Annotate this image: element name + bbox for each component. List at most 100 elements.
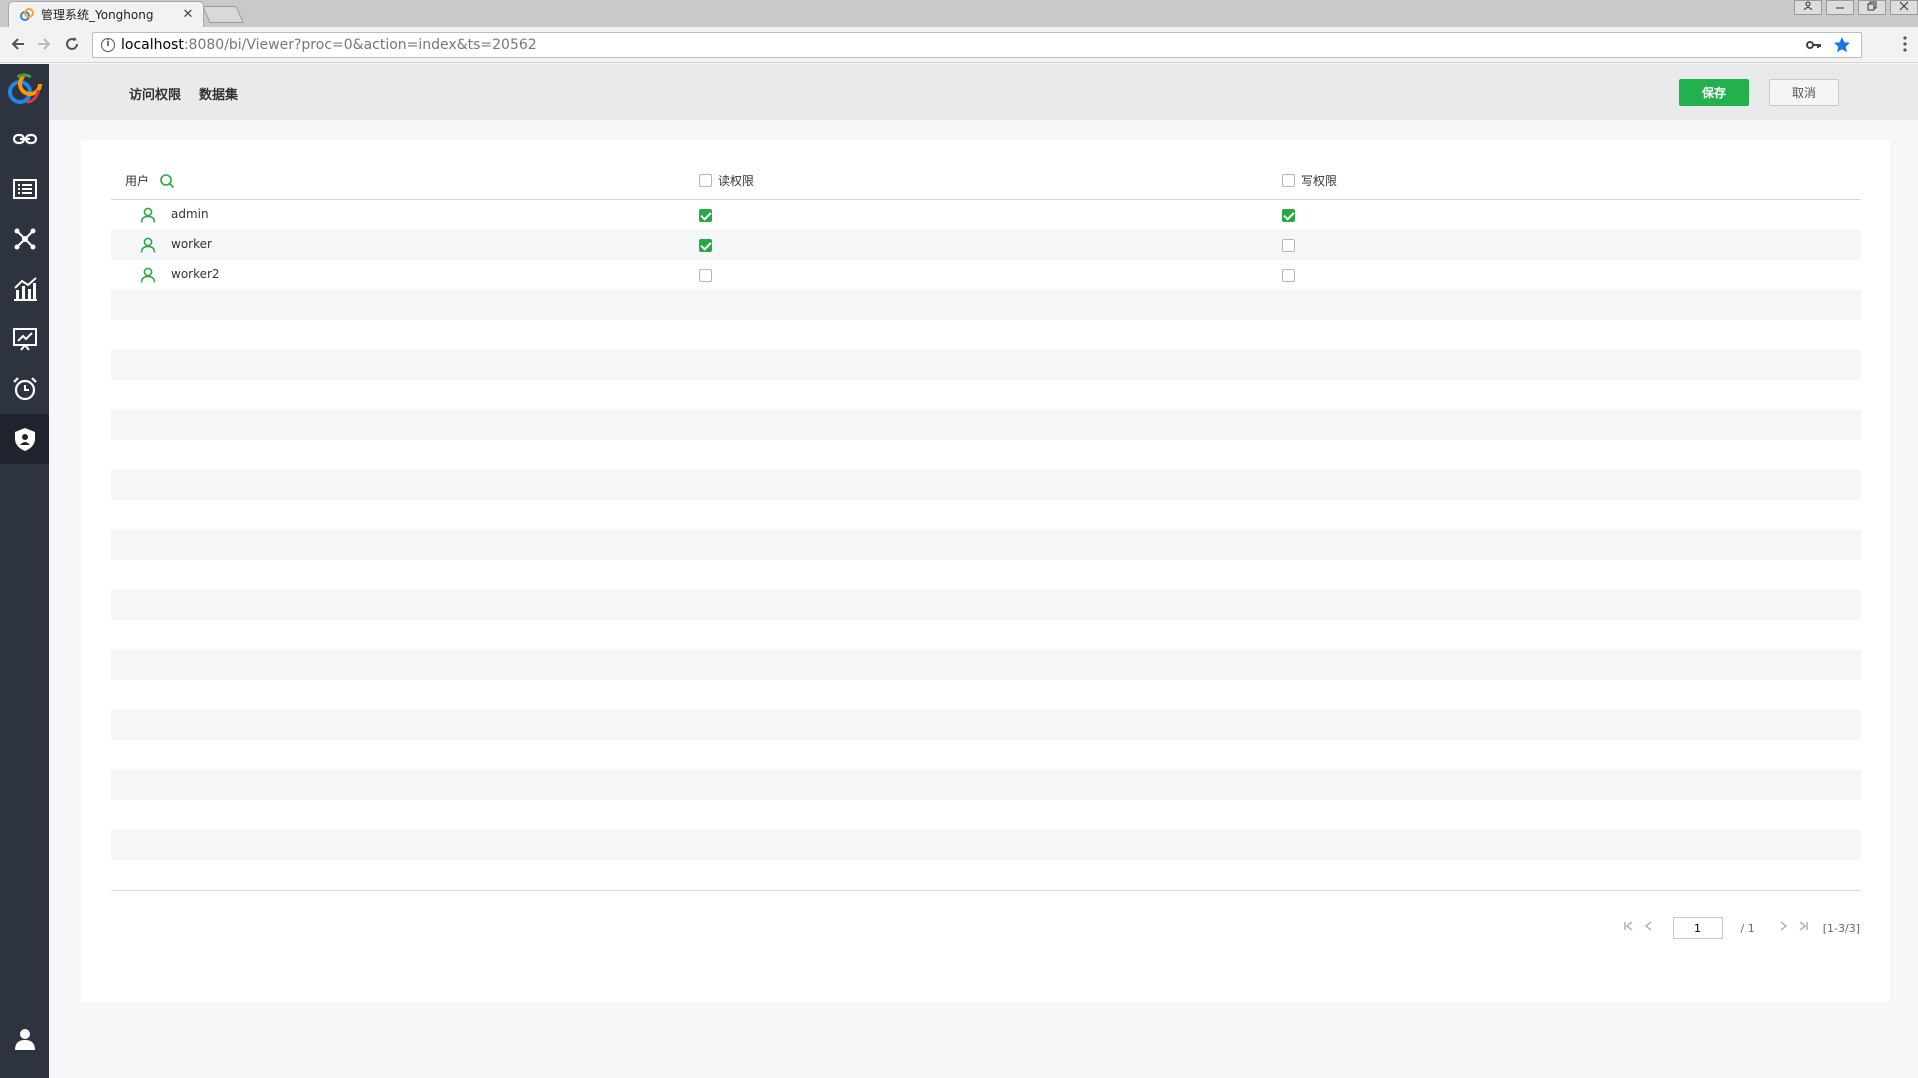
read-permission-checkbox[interactable] bbox=[699, 209, 712, 222]
sidebar-item-connections[interactable] bbox=[0, 114, 49, 164]
empty-table-row bbox=[111, 830, 1861, 860]
url-host: localhost bbox=[121, 37, 184, 53]
new-tab-button[interactable] bbox=[202, 6, 244, 23]
bookmark-star-icon[interactable] bbox=[1833, 36, 1851, 54]
user-name: worker2 bbox=[171, 267, 220, 281]
empty-table-row bbox=[111, 290, 1861, 320]
table-bottom-divider bbox=[111, 890, 1861, 891]
page-range: [1-3/3] bbox=[1822, 921, 1860, 935]
empty-table-row bbox=[111, 710, 1861, 740]
user-name: worker bbox=[171, 237, 212, 251]
empty-table-row bbox=[111, 410, 1861, 440]
search-icon[interactable] bbox=[159, 173, 175, 189]
profile-icon[interactable] bbox=[1794, 0, 1822, 15]
link-icon bbox=[12, 133, 37, 145]
key-icon[interactable] bbox=[1805, 36, 1823, 54]
browser-menu-icon[interactable] bbox=[1902, 35, 1908, 57]
sidebar-item-user[interactable] bbox=[0, 1014, 49, 1064]
column-header-write: 写权限 bbox=[1282, 172, 1337, 189]
sidebar-item-model[interactable] bbox=[0, 214, 49, 264]
empty-table-row bbox=[111, 320, 1861, 350]
tab-close-icon[interactable]: ✕ bbox=[179, 7, 197, 22]
minimize-icon[interactable] bbox=[1826, 0, 1854, 15]
sidebar-item-analysis[interactable] bbox=[0, 264, 49, 314]
bar-chart-icon bbox=[13, 277, 37, 301]
empty-table-row bbox=[111, 470, 1861, 500]
tab-access-permission[interactable]: 访问权限 bbox=[129, 84, 181, 103]
network-icon bbox=[14, 228, 35, 250]
table-row: worker bbox=[111, 230, 1861, 260]
empty-table-row bbox=[111, 860, 1861, 890]
write-permission-checkbox[interactable] bbox=[1282, 209, 1295, 222]
empty-table-row bbox=[111, 560, 1861, 590]
empty-table-row bbox=[111, 740, 1861, 770]
close-window-icon[interactable] bbox=[1890, 0, 1918, 15]
browser-tab[interactable]: 管理系统_Yonghong ✕ bbox=[8, 1, 204, 27]
write-permission-checkbox[interactable] bbox=[1282, 239, 1295, 252]
first-page-icon[interactable] bbox=[1623, 920, 1635, 936]
shield-user-icon bbox=[14, 428, 35, 451]
write-permission-checkbox[interactable] bbox=[1282, 269, 1295, 282]
address-bar[interactable]: i localhost:8080/bi/Viewer?proc=0&action… bbox=[92, 32, 1862, 58]
user-icon bbox=[140, 237, 156, 253]
table-row: worker2 bbox=[111, 260, 1861, 290]
empty-table-row bbox=[111, 800, 1861, 830]
browser-tab-bar: 管理系统_Yonghong ✕ bbox=[0, 0, 1918, 27]
sidebar-item-security[interactable] bbox=[0, 414, 49, 464]
user-icon bbox=[14, 1029, 35, 1050]
column-write-label: 写权限 bbox=[1301, 174, 1338, 188]
empty-table-row bbox=[111, 380, 1861, 410]
select-all-write-checkbox[interactable] bbox=[1282, 174, 1295, 187]
empty-table-row bbox=[111, 440, 1861, 470]
total-pages: / 1 bbox=[1740, 921, 1755, 935]
empty-table-row bbox=[111, 530, 1861, 560]
last-page-icon[interactable] bbox=[1797, 920, 1809, 936]
empty-table-row bbox=[111, 680, 1861, 710]
list-icon bbox=[12, 179, 37, 199]
empty-table-row bbox=[111, 350, 1861, 380]
empty-table-row bbox=[111, 650, 1861, 680]
yonghong-logo-icon[interactable] bbox=[4, 68, 46, 108]
restore-icon[interactable] bbox=[1858, 0, 1886, 15]
user-icon bbox=[140, 267, 156, 283]
url-path: :8080/bi/Viewer?proc=0&action=index&ts=2… bbox=[183, 37, 537, 53]
sidebar-item-dashboard[interactable] bbox=[0, 314, 49, 364]
user-icon bbox=[140, 207, 156, 223]
empty-table-row bbox=[111, 620, 1861, 650]
next-page-icon[interactable] bbox=[1777, 920, 1789, 936]
column-read-label: 读权限 bbox=[718, 174, 755, 188]
sidebar-item-datasets[interactable] bbox=[0, 164, 49, 214]
window-controls bbox=[1790, 0, 1918, 17]
tab-dataset[interactable]: 数据集 bbox=[199, 84, 238, 103]
empty-table-row bbox=[111, 770, 1861, 800]
user-name: admin bbox=[171, 207, 209, 221]
presentation-icon bbox=[12, 328, 37, 351]
sidebar-item-schedule[interactable] bbox=[0, 364, 49, 414]
empty-table-row bbox=[111, 590, 1861, 620]
cancel-button[interactable]: 取消 bbox=[1769, 79, 1839, 106]
permission-panel: 用户 读权限 写权限 admin worker worker2 / 1 [1-3/3… bbox=[81, 140, 1890, 1002]
table-header: 用户 读权限 写权限 bbox=[111, 160, 1861, 200]
browser-tab-title: 管理系统_Yonghong bbox=[41, 8, 154, 22]
read-permission-checkbox[interactable] bbox=[699, 239, 712, 252]
save-button[interactable]: 保存 bbox=[1679, 79, 1749, 106]
yonghong-favicon-icon bbox=[20, 7, 34, 21]
column-user-label: 用户 bbox=[125, 174, 150, 188]
read-permission-checkbox[interactable] bbox=[699, 269, 712, 282]
table-row: admin bbox=[111, 200, 1861, 230]
alarm-clock-icon bbox=[12, 377, 37, 401]
left-sidebar bbox=[0, 64, 49, 1078]
column-header-user: 用户 bbox=[125, 172, 175, 189]
site-info-icon[interactable]: i bbox=[101, 38, 115, 52]
forward-icon[interactable] bbox=[34, 35, 54, 55]
column-header-read: 读权限 bbox=[699, 172, 754, 189]
pagination: / 1 [1-3/3] bbox=[1615, 917, 1860, 939]
reload-icon[interactable] bbox=[62, 35, 82, 55]
table-body: admin worker worker2 bbox=[111, 200, 1861, 890]
prev-page-icon[interactable] bbox=[1643, 920, 1655, 936]
app-header: 访问权限 数据集 保存 取消 bbox=[49, 64, 1918, 120]
page-number-input[interactable] bbox=[1672, 917, 1723, 939]
select-all-read-checkbox[interactable] bbox=[699, 174, 712, 187]
empty-table-row bbox=[111, 500, 1861, 530]
back-icon[interactable] bbox=[8, 35, 28, 55]
